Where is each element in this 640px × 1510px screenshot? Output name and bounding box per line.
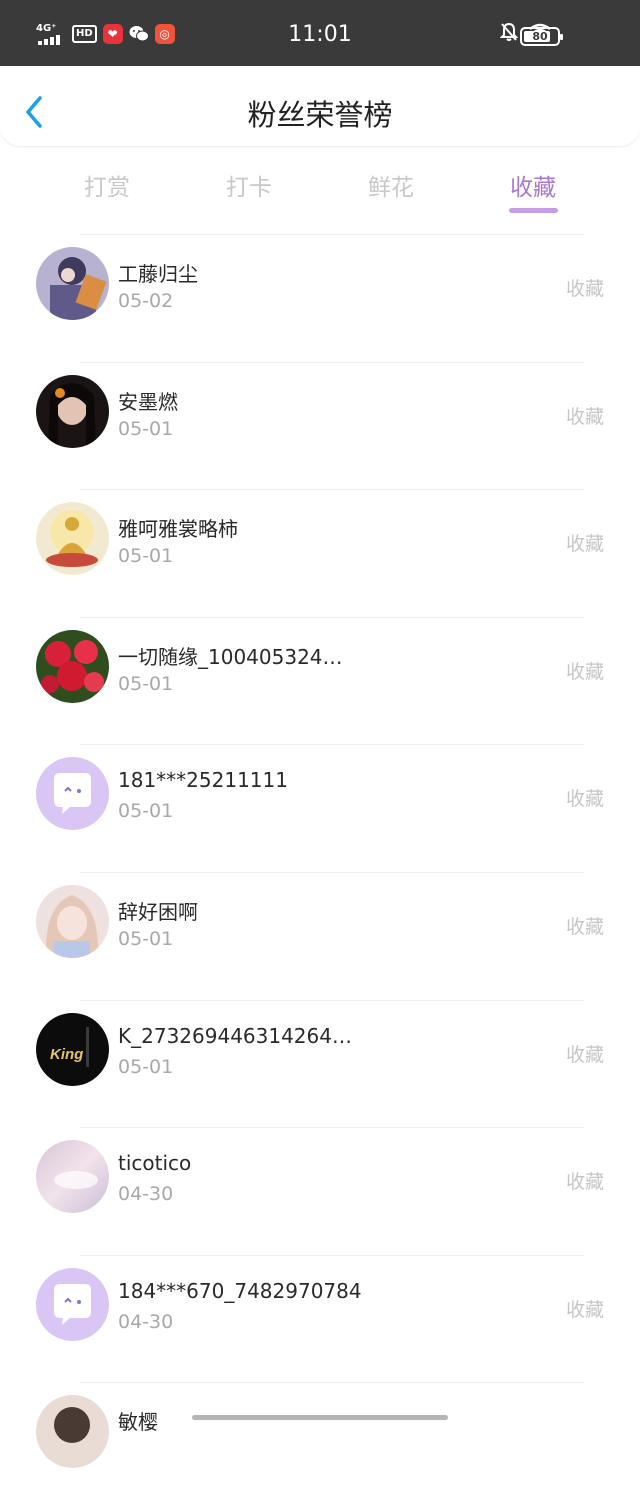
fan-date: 05-01 [118, 800, 174, 823]
action-label: 收藏 [565, 405, 604, 428]
status-bar: 4G⁺ HD ❤ ◎ 11:01 80 [0, 0, 640, 66]
tab-favorites[interactable]: 收藏 [483, 168, 583, 202]
action-label: 收藏 [565, 660, 604, 683]
fan-list: 工藤归尘 05-02 收藏 安墨燃 05-01 收藏 雅呵雅裳略柿 05-01 … [0, 234, 640, 1510]
page-title: 粉丝荣誉榜 [247, 98, 393, 132]
page-header: 粉丝荣誉榜 [0, 66, 640, 146]
list-item[interactable]: 辞好困啊 05-01 收藏 [0, 871, 640, 1000]
fan-date: 04-30 [118, 1310, 174, 1333]
avatar[interactable] [36, 374, 109, 448]
home-indicator[interactable] [192, 1415, 448, 1420]
avatar[interactable] [36, 884, 109, 958]
list-item[interactable]: 敏樱 [0, 1382, 640, 1510]
list-item[interactable]: King K_273269446314264… 05-01 收藏 [0, 999, 640, 1128]
list-item[interactable]: 工藤归尘 05-02 收藏 [0, 234, 640, 362]
battery-icon: 80 [520, 27, 563, 46]
fan-name: ticotico [118, 1151, 192, 1176]
fan-name: K_273269446314264… [118, 1023, 352, 1048]
avatar[interactable]: King [36, 1012, 109, 1086]
fan-name: 184***670_7482970784 [118, 1278, 362, 1303]
tab-reward[interactable]: 打赏 [57, 168, 157, 202]
mute-bell-icon [500, 22, 518, 41]
fan-name: 安墨燃 [118, 389, 178, 414]
battery-level: 80 [532, 30, 548, 43]
list-item[interactable]: 雅呵雅裳略柿 05-01 收藏 [0, 489, 640, 617]
list-item[interactable]: 184***670_7482970784 04-30 收藏 [0, 1254, 640, 1383]
tab-bar: 打赏 打卡 鲜花 收藏 [0, 160, 640, 220]
fan-name: 敏樱 [118, 1410, 158, 1435]
list-item[interactable]: ticotico 04-30 收藏 [0, 1127, 640, 1255]
fan-date: 05-01 [118, 417, 174, 440]
list-item[interactable]: 181***25211111 05-01 收藏 [0, 744, 640, 872]
action-label: 收藏 [565, 1298, 604, 1321]
avatar[interactable] [36, 757, 109, 831]
tab-flowers[interactable]: 鲜花 [341, 168, 441, 202]
avatar[interactable] [36, 502, 109, 576]
avatar[interactable] [36, 247, 109, 320]
fan-date: 04-30 [118, 1183, 174, 1206]
list-item[interactable]: 安墨燃 05-01 收藏 [0, 361, 640, 490]
action-label: 收藏 [565, 533, 604, 556]
avatar[interactable] [36, 1267, 109, 1341]
avatar[interactable] [36, 629, 109, 703]
tab-checkin[interactable]: 打卡 [199, 168, 299, 202]
action-label: 收藏 [565, 915, 604, 938]
fan-name: 工藤归尘 [118, 262, 198, 286]
fan-name: 雅呵雅裳略柿 [118, 517, 238, 542]
action-label: 收藏 [565, 788, 604, 811]
fan-date: 05-01 [118, 927, 174, 950]
action-label: 收藏 [565, 1043, 604, 1066]
fan-date: 05-02 [118, 290, 174, 312]
action-label: 收藏 [565, 1171, 604, 1194]
action-label: 收藏 [565, 278, 604, 300]
fan-date: 05-01 [118, 545, 174, 568]
fan-name: 181***25211111 [118, 768, 288, 793]
avatar-king-text: King [50, 1046, 83, 1063]
fan-date: 05-01 [118, 672, 174, 695]
avatar[interactable] [36, 1140, 109, 1214]
fan-name: 一切随缘_100405324… [118, 644, 343, 669]
fan-date: 05-01 [118, 1055, 174, 1078]
fan-name: 辞好困啊 [118, 899, 198, 924]
avatar[interactable] [36, 1395, 109, 1469]
list-item[interactable]: 一切随缘_100405324… 05-01 收藏 [0, 616, 640, 745]
active-tab-indicator [509, 208, 558, 213]
